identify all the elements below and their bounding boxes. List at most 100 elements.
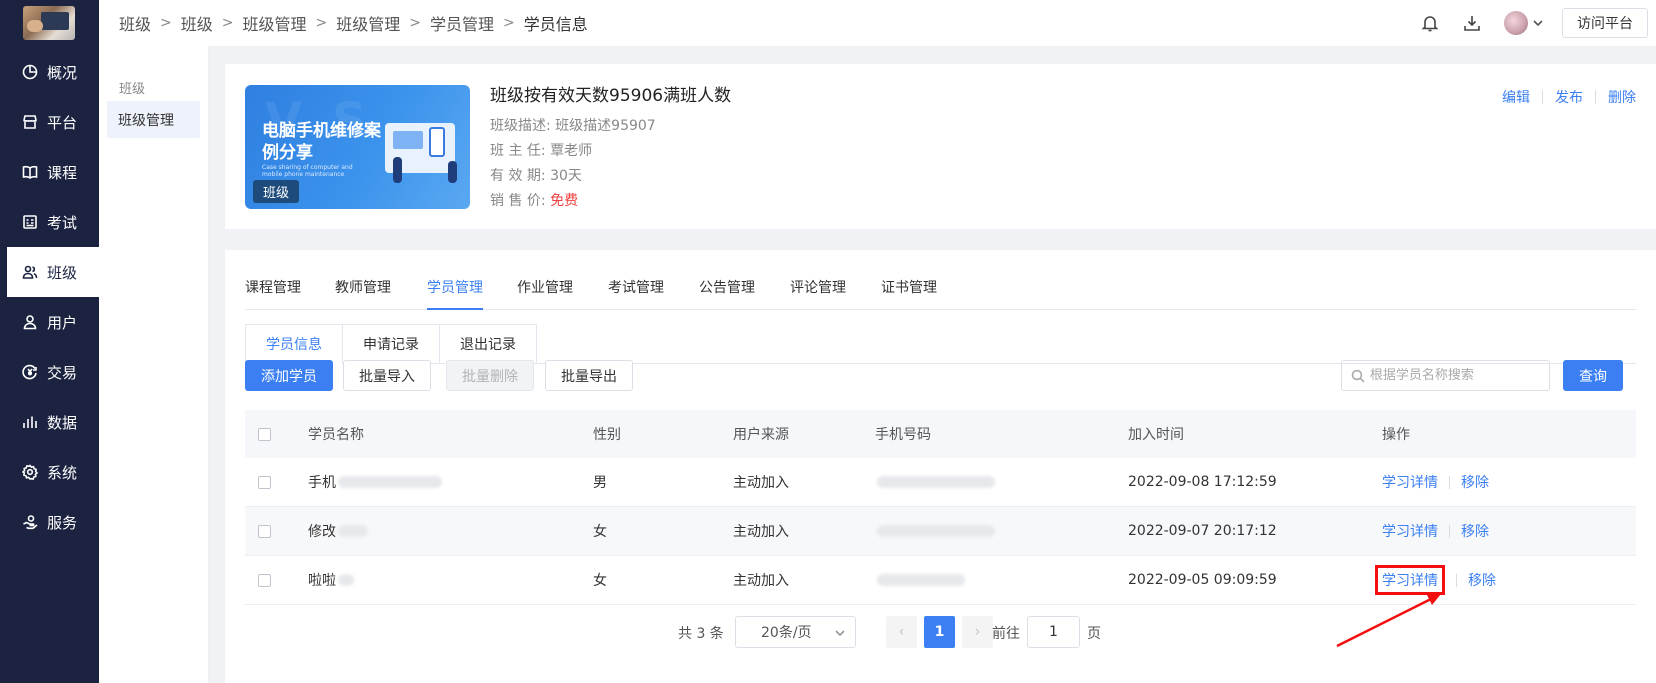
operation-cell: 学习详情 移除 (1375, 556, 1496, 604)
store-icon (22, 114, 38, 130)
column-header: 操作 (1382, 427, 1410, 443)
breadcrumb-item[interactable]: 班级管理 (243, 11, 307, 35)
sidebar-item-system[interactable]: 系统 (0, 447, 99, 497)
goto-page-input[interactable]: 1 (1027, 616, 1080, 648)
source-cell: 主动加入 (733, 524, 789, 540)
table-row: 手机 男 主动加入 2022-09-08 17:12:59 学习详情 移除 (245, 458, 1636, 507)
remove-link[interactable]: 移除 (1461, 521, 1489, 541)
student-table: 学员名称 性别 用户来源 手机号码 加入时间 操作 手机 男 主动加入 2022… (245, 410, 1636, 605)
search-input[interactable] (1369, 368, 1549, 383)
edit-link[interactable]: 编辑 (1502, 87, 1530, 107)
batch-export-button[interactable]: 批量导出 (545, 360, 633, 391)
chevron-down-icon (835, 630, 845, 637)
subtab-apply-records[interactable]: 申请记录 (343, 324, 440, 364)
download-icon[interactable] (1462, 13, 1482, 33)
breadcrumb: 班级 > 班级 > 班级管理 > 班级管理 > 学员管理 > 学员信息 (119, 0, 588, 46)
tab-exam[interactable]: 考试管理 (608, 277, 664, 310)
page-size-value: 20条/页 (761, 625, 812, 641)
remove-link[interactable]: 移除 (1468, 570, 1496, 590)
select-all-checkbox[interactable] (258, 427, 271, 441)
tab-certificate[interactable]: 证书管理 (881, 277, 937, 310)
sidebar-item-overview[interactable]: 概况 (0, 47, 99, 97)
cover-figure (393, 157, 402, 183)
phone-cell (875, 556, 965, 604)
class-desc-value: 班级描述95907 (555, 118, 656, 134)
redacted-text (338, 574, 354, 586)
page-number-current[interactable]: 1 (924, 616, 955, 648)
student-name: 啦啦 (308, 573, 336, 589)
table-row: 啦啦 女 主动加入 2022-09-05 09:09:59 学习详情 移除 (245, 556, 1636, 605)
divider (1456, 573, 1457, 587)
gear-icon (22, 464, 38, 480)
class-price-value: 免费 (550, 193, 579, 209)
visit-platform-button[interactable]: 访问平台 (1562, 8, 1648, 38)
pagination: 共 3 条 20条/页 ‹ 1 › 前往 1 页 (225, 616, 1656, 648)
breadcrumb-item[interactable]: 班级 (181, 11, 213, 35)
sidebar-item-class[interactable]: 班级 (7, 247, 99, 297)
sidebar-item-service[interactable]: 服务 (0, 497, 99, 547)
sidebar-item-label: 服务 (47, 513, 78, 532)
joined-time-cell: 2022-09-07 20:17:12 (1128, 523, 1277, 539)
subtab-student-info[interactable]: 学员信息 (245, 324, 343, 364)
sidebar: 概况 平台 课程 考试 班级 用户 交易 数据 系统 服务 (0, 0, 99, 683)
class-teacher-value: 覃老师 (550, 143, 593, 159)
add-student-button[interactable]: 添加学员 (245, 360, 333, 391)
breadcrumb-separator: > (221, 15, 234, 31)
phone-cell (875, 458, 995, 506)
row-checkbox[interactable] (258, 475, 271, 489)
tab-course[interactable]: 课程管理 (245, 277, 301, 310)
sidebar-item-user[interactable]: 用户 (0, 297, 99, 347)
tab-homework[interactable]: 作业管理 (517, 277, 573, 310)
class-price-label: 销 售 价: (490, 193, 546, 209)
study-detail-link[interactable]: 学习详情 (1382, 521, 1438, 541)
operation-cell: 学习详情 移除 (1382, 507, 1489, 555)
row-checkbox-cell (258, 556, 271, 604)
subtab-exit-records[interactable]: 退出记录 (440, 324, 537, 364)
breadcrumb-item[interactable]: 班级 (119, 11, 151, 35)
breadcrumb-item[interactable]: 班级管理 (336, 11, 400, 35)
prev-page-button[interactable]: ‹ (886, 616, 917, 648)
sidebar-item-label: 概况 (47, 63, 78, 82)
divider (1449, 475, 1450, 489)
breadcrumb-item[interactable]: 学员管理 (430, 11, 494, 35)
avatar[interactable] (1504, 11, 1528, 35)
delete-link[interactable]: 删除 (1608, 87, 1636, 107)
study-detail-link[interactable]: 学习详情 (1382, 472, 1438, 492)
column-header: 性别 (593, 427, 621, 443)
joined-time-cell: 2022-09-08 17:12:59 (1128, 474, 1277, 490)
bell-icon[interactable] (1420, 13, 1440, 33)
row-checkbox-cell (258, 507, 271, 555)
table-header: 学员名称 性别 用户来源 手机号码 加入时间 操作 (245, 410, 1636, 458)
chevron-down-icon[interactable] (1532, 17, 1544, 29)
divider (1449, 524, 1450, 538)
tab-notice[interactable]: 公告管理 (699, 277, 755, 310)
student-management-panel: 课程管理 教师管理 学员管理 作业管理 考试管理 公告管理 评论管理 证书管理 … (225, 250, 1656, 683)
tab-comment[interactable]: 评论管理 (790, 277, 846, 310)
student-name: 修改 (308, 524, 336, 540)
remove-link[interactable]: 移除 (1461, 472, 1489, 492)
query-button[interactable]: 查询 (1563, 360, 1623, 391)
batch-import-button[interactable]: 批量导入 (343, 360, 431, 391)
row-checkbox[interactable] (258, 524, 271, 538)
redacted-text (877, 574, 965, 586)
sidebar-item-exam[interactable]: 考试 (0, 197, 99, 247)
sidebar-item-data[interactable]: 数据 (0, 397, 99, 447)
sidebar-item-platform[interactable]: 平台 (0, 97, 99, 147)
sidebar-item-trade[interactable]: 交易 (0, 347, 99, 397)
page-size-select[interactable]: 20条/页 (735, 616, 856, 648)
next-page-button[interactable]: › (962, 616, 993, 648)
logo[interactable] (23, 6, 75, 40)
sidebar-item-course[interactable]: 课程 (0, 147, 99, 197)
tab-student[interactable]: 学员管理 (427, 277, 483, 310)
publish-link[interactable]: 发布 (1555, 87, 1583, 107)
gender-cell: 女 (593, 524, 607, 540)
study-detail-link[interactable]: 学习详情 (1375, 565, 1445, 595)
tabs: 课程管理 教师管理 学员管理 作业管理 考试管理 公告管理 评论管理 证书管理 (245, 250, 1636, 310)
secondary-sidebar-item-class-management[interactable]: 班级管理 (107, 101, 200, 138)
sidebar-item-label: 课程 (47, 163, 78, 182)
breadcrumb-separator: > (160, 15, 172, 31)
batch-delete-button[interactable]: 批量删除 (446, 360, 534, 391)
tab-teacher[interactable]: 教师管理 (335, 277, 391, 310)
row-checkbox[interactable] (258, 573, 271, 587)
redacted-text (338, 476, 442, 488)
